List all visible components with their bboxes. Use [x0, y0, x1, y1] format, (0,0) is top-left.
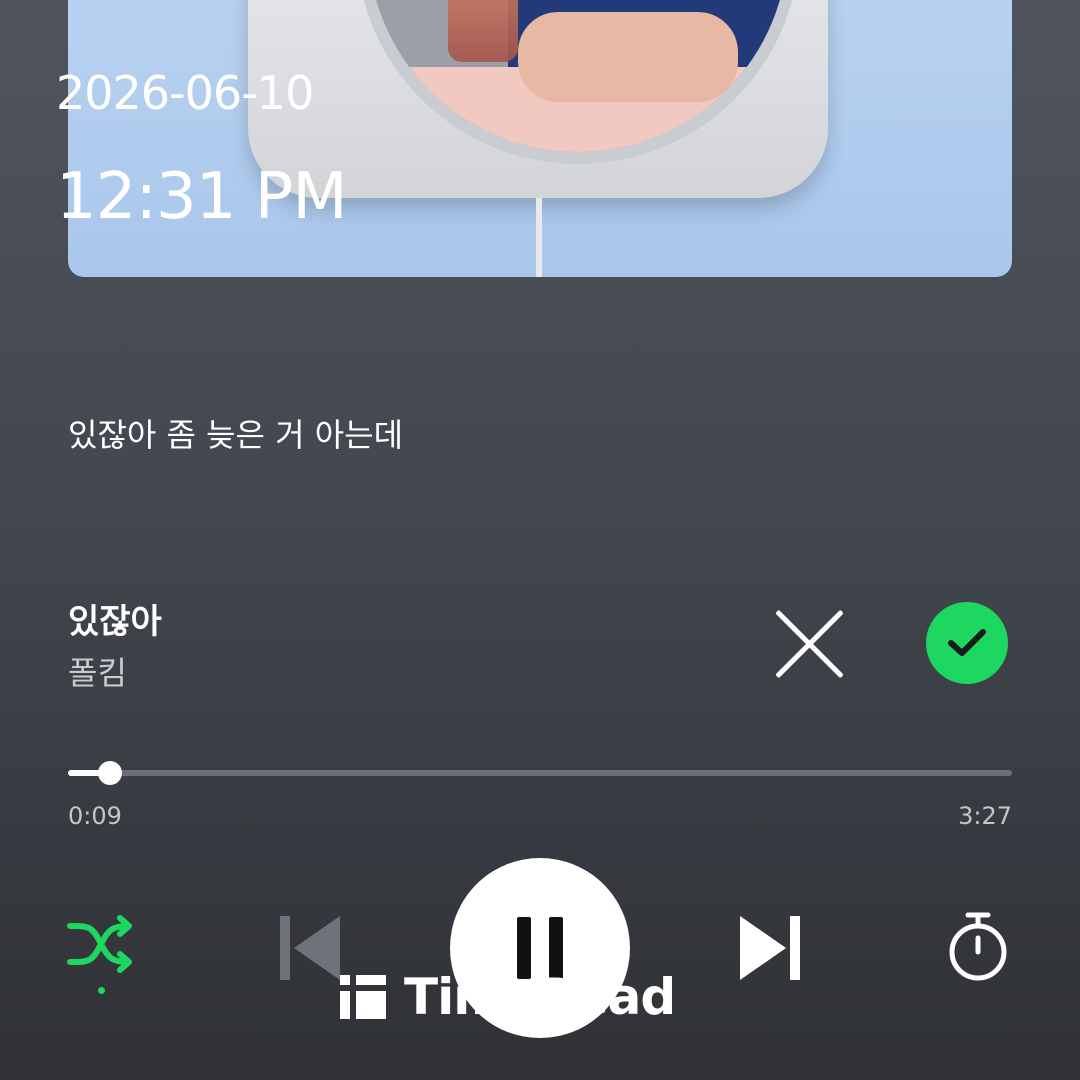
current-lyric-line: 있잖아 좀 늦은 거 아는데: [68, 416, 404, 454]
date-label: 2026-06-10: [56, 66, 314, 120]
album-art: [68, 0, 1012, 277]
skip-previous-glyph: [280, 916, 340, 980]
progress-thumb[interactable]: [98, 761, 123, 785]
watermark-text: TimeRead: [404, 968, 676, 1026]
shuffle-icon[interactable]: [66, 912, 138, 994]
shuffle-arrows-icon: [67, 915, 132, 973]
shuffle-active-dot: [98, 987, 105, 994]
cd-player-cord: [536, 198, 542, 277]
skip-next-icon[interactable]: [736, 912, 806, 984]
elapsed-time: 0:09: [68, 802, 122, 830]
album-photo: [356, 0, 800, 164]
watermark-logo-icon: [340, 975, 386, 1019]
skip-next-glyph: [740, 916, 800, 980]
watermark: TimeRead: [340, 968, 676, 1026]
total-time: 3:27: [958, 802, 1012, 830]
check-icon[interactable]: [926, 602, 1008, 684]
close-icon[interactable]: [770, 605, 848, 683]
skip-previous-icon[interactable]: [276, 912, 346, 984]
progress-slider[interactable]: [68, 761, 1012, 785]
check-mark-icon: [948, 629, 986, 656]
stopwatch-icon: [949, 912, 1007, 981]
track-title: 있잖아: [68, 602, 162, 642]
track-artist[interactable]: 폴킴: [68, 648, 127, 694]
time-label: 12:31 PM: [56, 160, 348, 234]
sleep-timer-icon[interactable]: [946, 910, 1010, 986]
